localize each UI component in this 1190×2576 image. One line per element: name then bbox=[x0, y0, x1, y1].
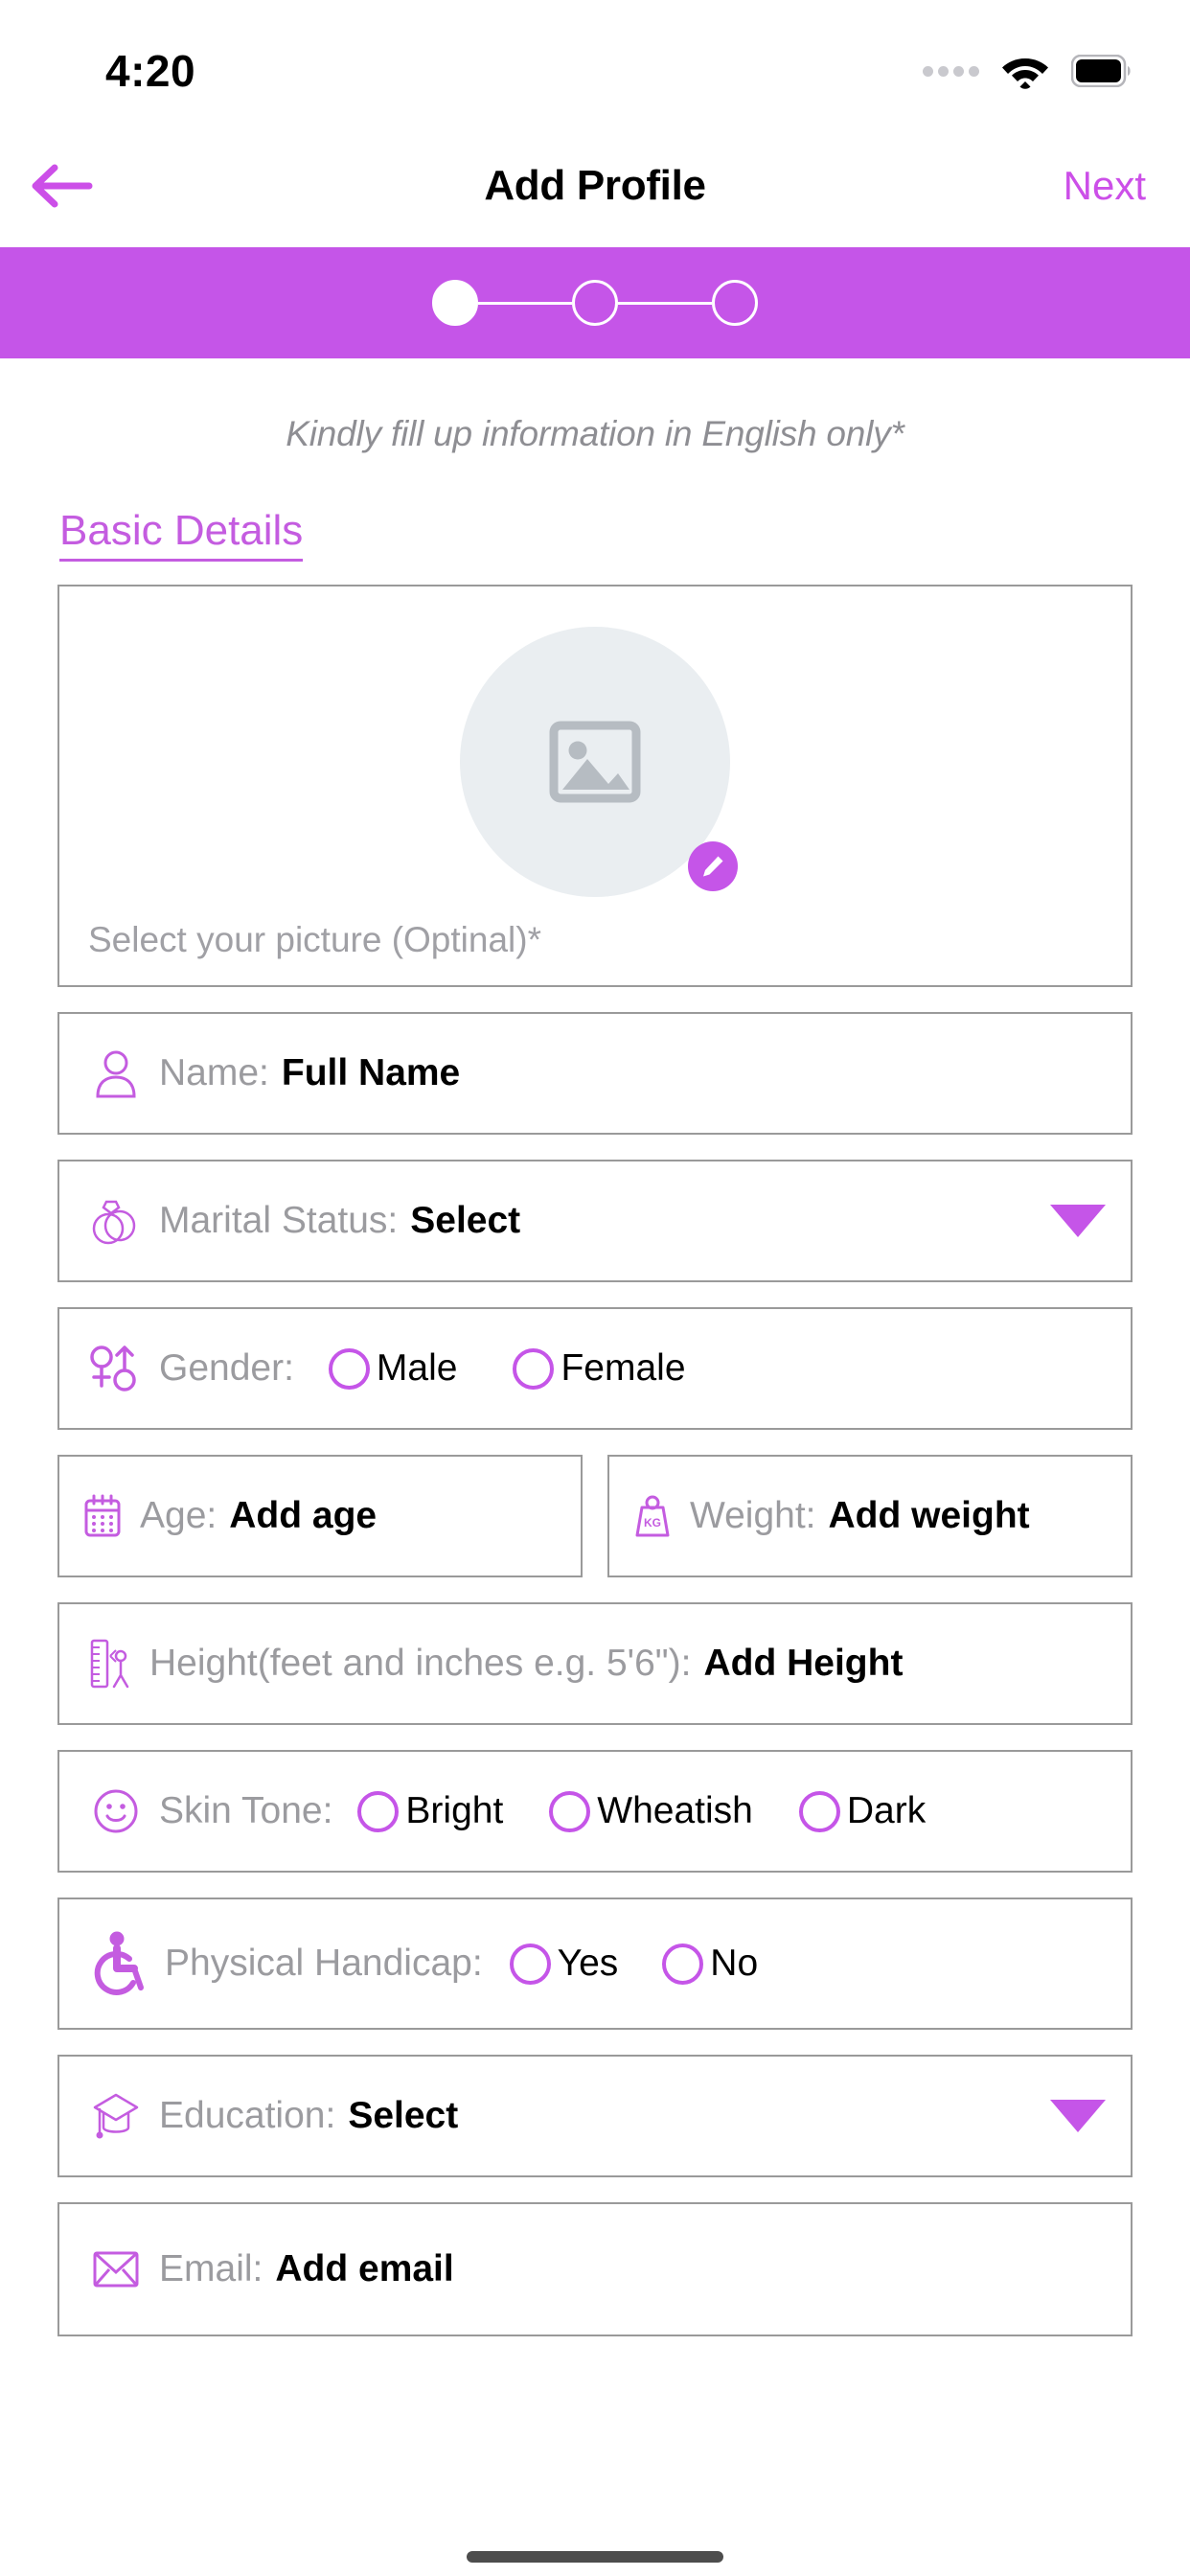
gender-option-male[interactable]: Male bbox=[328, 1347, 458, 1390]
skin-tone-option-bright[interactable]: Bright bbox=[357, 1790, 503, 1832]
app-screen: 4:20 Add Profile Next Kindly fill up inf… bbox=[0, 0, 1190, 2576]
image-placeholder-icon bbox=[549, 721, 641, 803]
height-ruler-icon bbox=[84, 1637, 138, 1690]
battery-full-icon bbox=[1071, 55, 1131, 87]
field-age-label: Age: bbox=[140, 1495, 217, 1536]
avatar[interactable] bbox=[460, 627, 738, 897]
physical-handicap-radio-group: Yes No bbox=[509, 1943, 758, 1985]
field-email-label: Email: bbox=[159, 2248, 263, 2289]
field-marital-status[interactable]: Marital Status: Select bbox=[57, 1160, 1133, 1282]
stepper-connector-1 bbox=[478, 301, 572, 305]
field-education-label: Education: bbox=[159, 2095, 336, 2136]
field-marital-status-label: Marital Status: bbox=[159, 1200, 399, 1241]
smiley-face-icon bbox=[84, 1787, 148, 1835]
field-skin-tone[interactable]: Skin Tone: Bright Wheatish Dark bbox=[57, 1750, 1133, 1873]
physical-handicap-option-no[interactable]: No bbox=[662, 1943, 758, 1985]
field-name[interactable]: Name: Full Name bbox=[57, 1012, 1133, 1135]
stepper-step-3[interactable] bbox=[712, 280, 758, 326]
signal-dots-icon bbox=[923, 65, 979, 77]
skin-tone-option-wheatish[interactable]: Wheatish bbox=[549, 1790, 753, 1832]
gender-option-female-label: Female bbox=[561, 1347, 686, 1389]
stepper-connector-2 bbox=[618, 301, 712, 305]
graduation-cap-icon bbox=[84, 2089, 148, 2143]
field-age[interactable]: Age: Add age bbox=[57, 1455, 583, 1577]
radio-ring bbox=[549, 1790, 591, 1832]
physical-handicap-option-yes-label: Yes bbox=[557, 1943, 619, 1984]
calendar-icon bbox=[77, 1493, 128, 1539]
pencil-icon bbox=[703, 856, 723, 877]
field-height-label: Height(feet and inches e.g. 5'6"): bbox=[149, 1643, 692, 1684]
caret-down-icon[interactable] bbox=[1050, 1205, 1106, 1237]
status-indicators bbox=[923, 35, 1131, 89]
field-physical-handicap-label: Physical Handicap: bbox=[165, 1943, 483, 1984]
profile-photo-wrap bbox=[59, 586, 1131, 920]
field-marital-status-value[interactable]: Select bbox=[410, 1200, 520, 1242]
field-email[interactable]: Email: Add email bbox=[57, 2202, 1133, 2336]
section-title-basic-details[interactable]: Basic Details bbox=[59, 507, 304, 562]
back-button[interactable] bbox=[21, 145, 103, 227]
gender-option-male-label: Male bbox=[376, 1347, 458, 1389]
radio-ring bbox=[513, 1347, 555, 1390]
page-title: Add Profile bbox=[484, 162, 706, 209]
profile-photo-caption: Select your picture (Optinal)* bbox=[88, 920, 541, 959]
field-height-value[interactable]: Add Height bbox=[703, 1643, 903, 1685]
physical-handicap-option-no-label: No bbox=[710, 1943, 759, 1984]
gender-icon bbox=[84, 1342, 148, 1395]
field-education-value[interactable]: Select bbox=[348, 2095, 458, 2137]
skin-tone-option-dark[interactable]: Dark bbox=[798, 1790, 927, 1832]
field-skin-tone-label: Skin Tone: bbox=[159, 1790, 333, 1831]
navigation-bar: Add Profile Next bbox=[0, 125, 1190, 247]
radio-ring bbox=[662, 1943, 704, 1985]
field-weight-value[interactable]: Add weight bbox=[829, 1495, 1030, 1537]
progress-stepper-bar bbox=[0, 247, 1190, 358]
stepper-step-1[interactable] bbox=[432, 280, 478, 326]
envelope-icon bbox=[84, 2249, 148, 2289]
progress-stepper bbox=[432, 280, 758, 326]
stepper-step-2[interactable] bbox=[572, 280, 618, 326]
skin-tone-option-dark-label: Dark bbox=[846, 1790, 927, 1831]
physical-handicap-option-yes[interactable]: Yes bbox=[509, 1943, 619, 1985]
field-weight[interactable]: KG Weight: Add weight bbox=[607, 1455, 1133, 1577]
field-physical-handicap[interactable]: Physical Handicap: Yes No bbox=[57, 1898, 1133, 2030]
field-gender[interactable]: Gender: Male Female bbox=[57, 1307, 1133, 1430]
field-email-value[interactable]: Add email bbox=[275, 2248, 453, 2290]
profile-photo-card[interactable]: Select your picture (Optinal)* bbox=[57, 585, 1133, 987]
skin-tone-option-wheatish-label: Wheatish bbox=[597, 1790, 753, 1831]
home-indicator[interactable] bbox=[467, 2551, 723, 2563]
form-hint: Kindly fill up information in English on… bbox=[286, 414, 904, 453]
field-education[interactable]: Education: Select bbox=[57, 2055, 1133, 2177]
age-weight-row: Age: Add age KG Weight: Add weight bbox=[57, 1430, 1133, 1577]
field-height[interactable]: Height(feet and inches e.g. 5'6"): Add H… bbox=[57, 1602, 1133, 1725]
field-weight-label: Weight: bbox=[690, 1495, 816, 1536]
wifi-icon bbox=[1002, 58, 1048, 89]
gender-radio-group: Male Female bbox=[328, 1347, 686, 1390]
edit-photo-button[interactable] bbox=[688, 841, 738, 891]
status-time: 4:20 bbox=[105, 46, 196, 96]
field-name-label: Name: bbox=[159, 1052, 269, 1093]
status-bar: 4:20 bbox=[0, 0, 1190, 125]
skin-tone-option-bright-label: Bright bbox=[405, 1790, 504, 1831]
wheelchair-icon bbox=[84, 1930, 153, 1997]
radio-ring bbox=[328, 1347, 370, 1390]
svg-text:KG: KG bbox=[644, 1516, 661, 1530]
radio-ring bbox=[357, 1790, 400, 1832]
wedding-rings-icon bbox=[84, 1193, 148, 1249]
field-name-value[interactable]: Full Name bbox=[282, 1052, 460, 1094]
next-button[interactable]: Next bbox=[1064, 163, 1146, 209]
gender-option-female[interactable]: Female bbox=[513, 1347, 686, 1390]
skin-tone-radio-group: Bright Wheatish Dark bbox=[357, 1790, 926, 1832]
person-icon bbox=[84, 1048, 148, 1098]
weight-kg-icon: KG bbox=[627, 1492, 678, 1540]
caret-down-icon[interactable] bbox=[1050, 2100, 1106, 2132]
form-content: Kindly fill up information in English on… bbox=[0, 358, 1190, 2576]
arrow-left-icon bbox=[32, 164, 93, 208]
field-gender-label: Gender: bbox=[159, 1347, 294, 1389]
radio-ring bbox=[798, 1790, 840, 1832]
field-age-value[interactable]: Add age bbox=[229, 1495, 377, 1537]
radio-ring bbox=[509, 1943, 551, 1985]
